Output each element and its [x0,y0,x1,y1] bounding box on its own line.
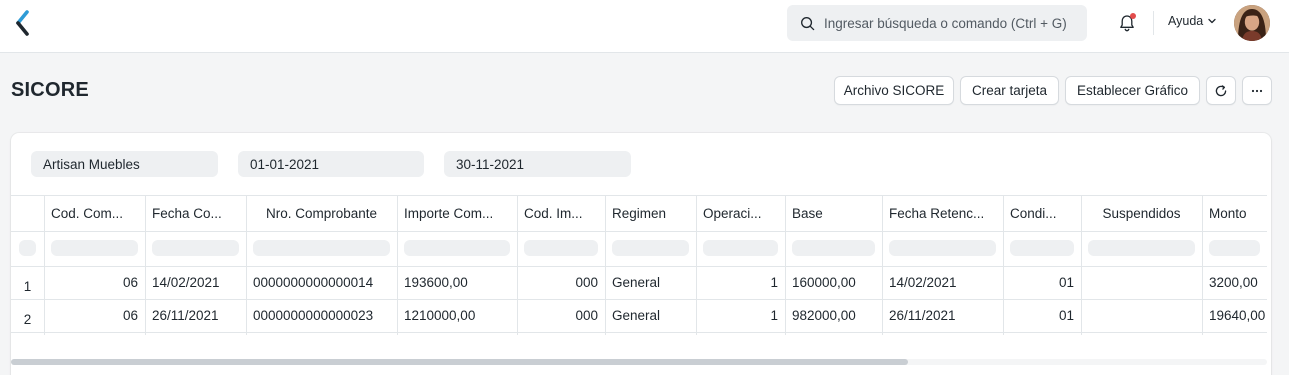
column-header[interactable]: Fecha Retenc... [889,196,996,231]
table-cell[interactable]: 0000000000000023 [253,299,390,332]
table-cell[interactable]: 193600,00 [404,266,510,299]
column-header[interactable]: Importe Com... [404,196,510,231]
table-cell[interactable]: 1 [703,266,778,299]
column-filter-input[interactable] [612,240,689,256]
navbar-divider [1153,11,1154,35]
scrollbar-thumb[interactable] [11,359,908,365]
column-filter-input[interactable] [792,240,875,256]
navbar: Ayuda [0,0,1289,53]
chevron-logo-icon[interactable] [14,10,34,38]
column-filter-input[interactable] [253,240,390,256]
column-filter-input[interactable] [1088,240,1195,256]
row-divider [11,231,1267,232]
table-cell[interactable]: 000 [524,266,598,299]
table-cell[interactable]: 26/11/2021 [889,299,996,332]
column-header[interactable]: Regimen [612,196,689,231]
table-cell[interactable]: 14/02/2021 [889,266,996,299]
table-cell[interactable]: 160000,00 [792,266,875,299]
table-cell[interactable] [1088,299,1195,332]
table-cell[interactable]: General [612,299,689,332]
column-filter-input[interactable] [524,240,598,256]
column-filter-input[interactable] [889,240,996,256]
table-cell[interactable]: 06 [51,266,138,299]
search-icon [801,16,815,30]
table-cell[interactable]: 06 [51,299,138,332]
table-cell[interactable]: 000 [524,299,598,332]
search-input[interactable] [824,15,1079,31]
page-title: SICORE [11,79,89,101]
table-cell[interactable]: 0000000000000014 [253,266,390,299]
report-card: Artisan Muebles 01-01-2021 30-11-2021 Co… [11,133,1271,375]
column-header[interactable]: Nro. Comprobante [253,196,390,231]
table-cell[interactable]: 14/02/2021 [152,266,239,299]
chevron-down-icon [1208,18,1216,24]
table-cell[interactable]: 01 [1010,299,1074,332]
from-date-filter[interactable]: 01-01-2021 [238,151,424,177]
row-index: 1 [23,279,32,294]
table-cell[interactable]: General [612,266,689,299]
search-bar[interactable] [787,5,1087,41]
column-header[interactable]: Condi... [1010,196,1074,231]
table-cell[interactable]: 982000,00 [792,299,875,332]
table-cell[interactable]: 1 [703,299,778,332]
column-filter-input[interactable] [404,240,510,256]
notification-dot [1130,13,1136,19]
refresh-icon [1215,84,1227,96]
bell-icon[interactable] [1117,13,1137,33]
row-index-filter [19,240,36,256]
column-header[interactable]: Operaci... [703,196,778,231]
column-filter-input[interactable] [703,240,778,256]
crear-tarjeta-button[interactable]: Crear tarjeta [960,76,1059,105]
archivo-sicore-button[interactable]: Archivo SICORE [834,76,954,105]
table-cell[interactable]: 1210000,00 [404,299,510,332]
company-filter[interactable]: Artisan Muebles [31,151,218,177]
column-header[interactable]: Suspendidos [1088,196,1195,231]
table-cell[interactable] [1088,266,1195,299]
column-filter-input[interactable] [51,240,138,256]
report-datatable: Cod. Com... Fecha Co... Nro. Comprobante Im… [11,195,1267,335]
column-header[interactable]: Monto [1209,196,1260,231]
column-filter-input[interactable] [1209,240,1260,256]
column-header[interactable]: Cod. Com... [51,196,138,231]
help-dropdown[interactable]: Ayuda [1168,14,1217,28]
to-date-filter[interactable]: 30-11-2021 [444,151,631,177]
table-cell[interactable]: 3200,00 [1209,266,1267,299]
column-header[interactable]: Cod. Im... [524,196,598,231]
help-label: Ayuda [1168,14,1204,28]
row-divider [11,332,1267,333]
column-filter-input[interactable] [1010,240,1074,256]
column-header[interactable]: Base [792,196,875,231]
refresh-button[interactable] [1206,76,1236,105]
table-cell[interactable]: 19640,00 [1209,299,1267,332]
establecer-grafico-button[interactable]: Establecer Gráfico [1065,76,1200,105]
table-cell[interactable]: 26/11/2021 [152,299,239,332]
horizontal-scrollbar[interactable] [11,359,1267,365]
more-horizontal-icon [1251,89,1263,92]
table-cell[interactable]: 01 [1010,266,1074,299]
column-header[interactable]: Fecha Co... [152,196,239,231]
user-avatar[interactable] [1234,5,1270,41]
more-actions-button[interactable] [1242,76,1272,105]
row-index: 2 [23,312,32,327]
column-filter-input[interactable] [152,240,239,256]
